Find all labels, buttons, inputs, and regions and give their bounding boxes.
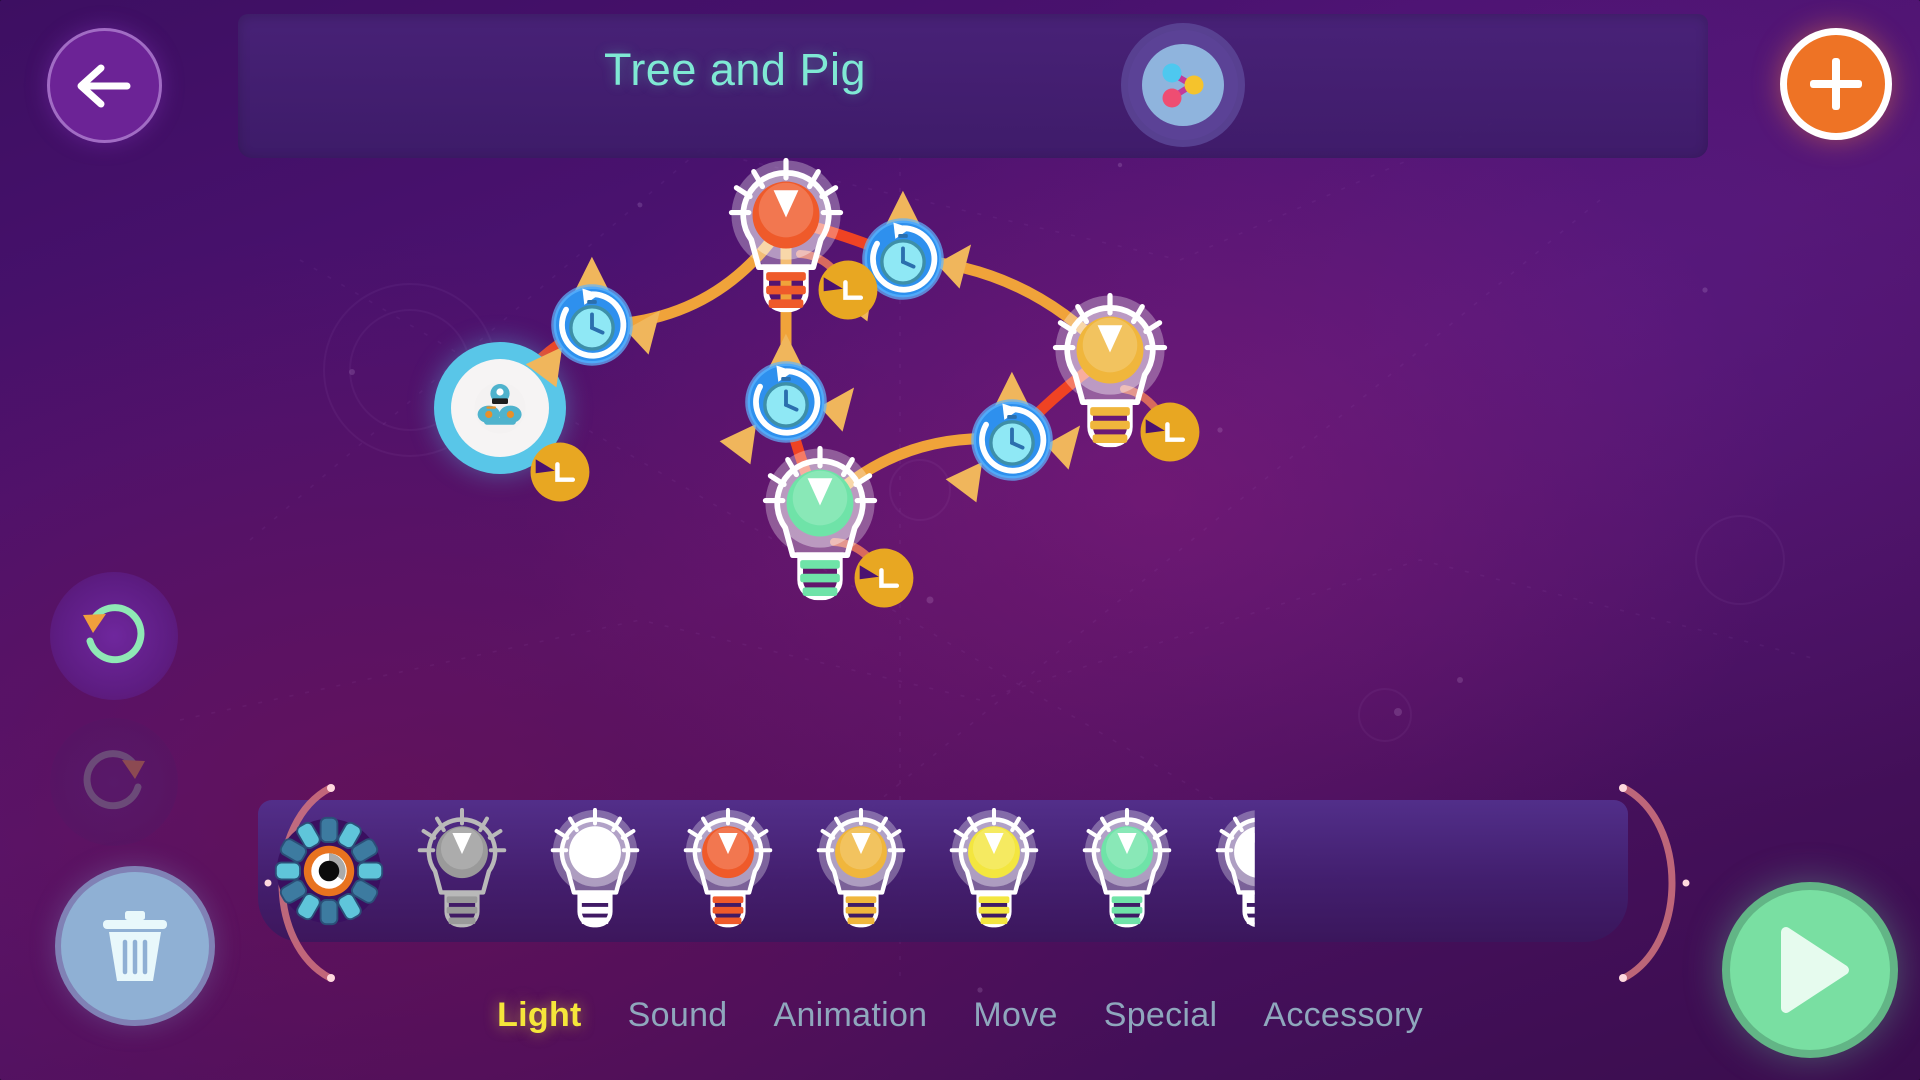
palette-item-bulb-green[interactable] <box>1064 800 1189 942</box>
loop-badge[interactable] <box>528 440 592 504</box>
palette-item-bulb-off[interactable] <box>399 800 524 942</box>
tab-sound[interactable]: Sound <box>628 996 728 1035</box>
bulb-glyph <box>683 807 772 927</box>
loop-badge[interactable] <box>852 546 916 610</box>
loop-badge[interactable] <box>816 258 880 322</box>
tab-special[interactable]: Special <box>1104 996 1218 1035</box>
share-nodes-icon <box>1162 63 1204 108</box>
palette-item-bulb-yellow[interactable] <box>931 800 1056 942</box>
block-palette[interactable] <box>258 800 1628 942</box>
palette-item-bulb-red[interactable] <box>665 800 790 942</box>
loop-end-icon <box>818 260 878 320</box>
app-root: Tree and Pig Light Sound Animation Move … <box>0 0 1920 1080</box>
palette-item-bulb-partial[interactable] <box>1197 800 1322 942</box>
palette-item-bulb-white[interactable] <box>532 800 657 942</box>
tab-move[interactable]: Move <box>973 996 1057 1035</box>
bulb-glyph <box>417 807 506 927</box>
palette-item-eye-block[interactable] <box>266 800 391 942</box>
eye-glyph <box>274 816 383 926</box>
trash-icon <box>103 911 167 981</box>
timer-glyph <box>745 361 827 443</box>
timer-glyph <box>971 399 1053 481</box>
share-button[interactable] <box>1128 30 1238 140</box>
page-title: Tree and Pig <box>604 44 866 95</box>
bulb-glyph <box>1082 807 1171 927</box>
tab-light[interactable]: Light <box>497 996 582 1035</box>
category-tabs[interactable]: Light Sound Animation Move Special Accessory <box>0 996 1920 1035</box>
tab-animation[interactable]: Animation <box>774 996 928 1035</box>
timer-glyph <box>551 284 633 366</box>
loop-badge[interactable] <box>1138 400 1202 464</box>
wait-timer-node[interactable] <box>938 366 1087 515</box>
bulb-glyph <box>816 807 905 927</box>
loop-end-icon <box>530 442 590 502</box>
loop-end-icon <box>1140 402 1200 462</box>
palette-item-bulb-orange[interactable] <box>798 800 923 942</box>
loop-end-icon <box>854 548 914 608</box>
bulb-glyph <box>1212 808 1308 935</box>
bulb-glyph <box>949 807 1038 927</box>
wait-timer-node[interactable] <box>518 251 667 400</box>
wait-timer-node[interactable] <box>712 328 861 477</box>
program-canvas[interactable] <box>0 157 1920 800</box>
share-button-inner <box>1142 44 1224 126</box>
bulb-glyph <box>550 807 639 927</box>
tab-accessory[interactable]: Accessory <box>1263 996 1423 1035</box>
add-block-button[interactable] <box>1780 28 1892 140</box>
